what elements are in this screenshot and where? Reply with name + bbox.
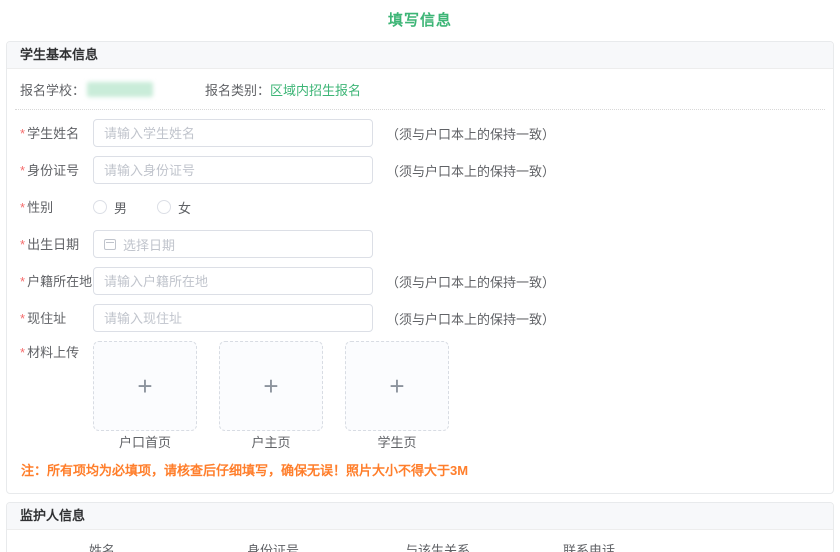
upload-item: + 户口首页 [93, 341, 197, 450]
id-number-label: * 身份证号 [20, 162, 80, 178]
id-number-row: *身份证号 （须与户口本上的保持一致） [20, 156, 820, 184]
upload-box-hukou-cover[interactable]: + [93, 341, 197, 431]
id-number-input[interactable] [93, 156, 373, 184]
column-header-phone: 联系电话 [563, 543, 616, 552]
registration-meta-row: 报名学校： 报名类别： 区域内招生报名 [7, 69, 833, 109]
female-radio-label: 女 [178, 200, 192, 216]
material-upload-label: * 材料上传 [20, 345, 80, 360]
required-asterisk: * [20, 273, 26, 289]
birth-date-picker[interactable]: 选择日期 [93, 230, 373, 258]
male-radio-option[interactable]: 男 [93, 198, 127, 217]
guardian-form-body: 姓名 身份证号 与该生关系 联系电话 *监护人1 选择关系 获取验证码 [7, 530, 833, 552]
category-value: 区域内招生报名 [270, 83, 362, 98]
address-row: *现住址 （须与户口本上的保持一致） [20, 304, 820, 332]
plus-icon: + [389, 371, 405, 401]
student-info-card: 学生基本信息 报名学校： 报名类别： 区域内招生报名 *学生姓名 （须与户口本上… [6, 41, 834, 494]
upload-box-householder-page[interactable]: + [219, 341, 323, 431]
guardian-header-spacer [20, 540, 89, 552]
redacted-school-name [87, 82, 154, 97]
column-header-name: 姓名 [89, 543, 116, 552]
student-name-note: （须与户口本上的保持一致） [386, 126, 556, 142]
upload-item: + 学生页 [345, 341, 449, 450]
birth-date-label: * 出生日期 [20, 236, 80, 252]
gender-label: * 性别 [20, 199, 54, 215]
upload-item: + 户主页 [219, 341, 323, 450]
plus-icon: + [137, 371, 153, 401]
upload-caption-hukou-cover: 户口首页 [118, 435, 171, 450]
dotted-divider [15, 109, 825, 110]
column-header-relation: 与该生关系 [405, 543, 471, 552]
required-fields-note: 注：所有项均为必填项，请核查后仔细填写，确保无误！照片大小不得大于3M [21, 463, 469, 478]
required-asterisk: * [20, 125, 26, 141]
school-label: 报名学校： [20, 83, 86, 98]
guardian-section-header: 监护人信息 [7, 503, 833, 530]
gender-radio-group: 男 女 [93, 198, 191, 217]
material-upload-row: * 材料上传 + 户口首页 + 户主页 + 学生页 [20, 341, 820, 450]
guardian-column-headers: 姓名 身份证号 与该生关系 联系电话 [20, 540, 820, 552]
upload-caption-student-page: 学生页 [377, 435, 417, 450]
calendar-icon [104, 238, 116, 250]
male-radio-icon [93, 200, 107, 214]
household-note: （须与户口本上的保持一致） [386, 274, 556, 290]
required-asterisk: * [20, 345, 26, 360]
required-asterisk: * [20, 199, 26, 215]
household-row: *户籍所在地 （须与户口本上的保持一致） [20, 267, 820, 295]
page-title: 填写信息 [387, 12, 452, 29]
category-label: 报名类别： [205, 83, 271, 98]
student-name-row: *学生姓名 （须与户口本上的保持一致） [20, 119, 820, 147]
household-input[interactable] [93, 267, 373, 295]
required-asterisk: * [20, 162, 26, 178]
upload-group: + 户口首页 + 户主页 + 学生页 [93, 341, 449, 450]
required-asterisk: * [20, 236, 26, 252]
guardian-info-card: 监护人信息 姓名 身份证号 与该生关系 联系电话 *监护人1 选择关系 获取验证… [6, 502, 834, 552]
upload-caption-householder-page: 户主页 [251, 435, 291, 450]
student-section-header: 学生基本信息 [7, 42, 833, 69]
address-input[interactable] [93, 304, 373, 332]
gender-row: * 性别 男 女 [20, 193, 820, 221]
address-note: （须与户口本上的保持一致） [386, 311, 556, 327]
required-asterisk: * [20, 310, 26, 326]
upload-box-student-page[interactable]: + [345, 341, 449, 431]
household-label: * 户籍所在地 [20, 273, 93, 289]
student-name-label: * 学生姓名 [20, 125, 80, 141]
plus-icon: + [263, 371, 279, 401]
birth-date-row: * 出生日期 选择日期 [20, 230, 820, 258]
student-name-input[interactable] [93, 119, 373, 147]
column-header-id-number: 身份证号 [247, 543, 300, 552]
id-number-note: （须与户口本上的保持一致） [386, 163, 556, 179]
male-radio-label: 男 [114, 200, 128, 216]
address-label: * 现住址 [20, 310, 67, 326]
female-radio-option[interactable]: 女 [157, 198, 191, 217]
female-radio-icon [157, 200, 172, 214]
birth-date-placeholder: 选择日期 [123, 237, 176, 253]
student-form-body: *学生姓名 （须与户口本上的保持一致） *身份证号 （须与户口本上的保持一致） … [7, 119, 833, 493]
